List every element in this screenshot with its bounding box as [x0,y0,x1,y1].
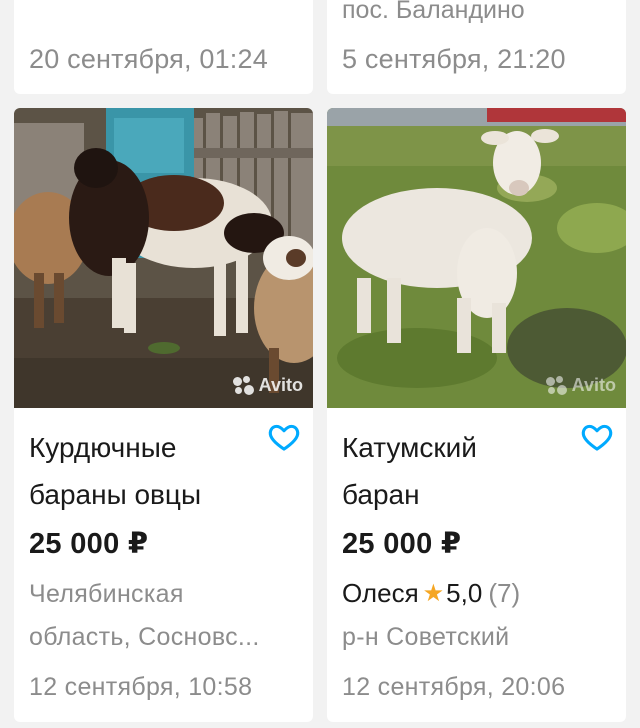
listing-price: 25 000 ₽ [29,528,149,560]
avito-watermark: Avito [232,375,303,396]
listing-photo[interactable]: Avito [14,108,313,408]
listing-date: 12 сентября, 20:06 [342,673,566,701]
favorite-heart-icon[interactable] [580,420,614,454]
seller-rating: 5,0 [446,578,483,608]
listing-date: 5 сентября, 21:20 [342,44,566,74]
listings-feed: 20 сентября, 01:24 пос. Баландино 5 сент… [0,0,640,728]
listing-date: 20 сентября, 01:24 [29,44,268,74]
listing-card-partial[interactable]: пос. Баландино 5 сентября, 21:20 [327,0,626,94]
listing-price: 25 000 ₽ [342,528,462,560]
seller-review-count: (7) [488,578,521,608]
listing-card[interactable]: Avito Курдючные бараны овцы 25 000 ₽ Чел… [14,108,313,722]
seller-info[interactable]: Олеся ★ 5,0 (7) [342,578,520,609]
sheep-photo [327,108,626,408]
listing-location: пос. Баландино [342,0,525,24]
listing-card-partial[interactable]: 20 сентября, 01:24 [14,0,313,94]
listing-date: 12 сентября, 10:58 [29,673,253,701]
listing-location: р-н Советский [342,623,510,651]
star-icon: ★ [422,580,445,607]
listing-title[interactable]: Курдючные бараны овцы [29,424,259,518]
listing-location: область, Сосновс... [29,623,260,651]
avito-logo-icon [545,375,568,396]
listing-location: Челябинская [29,580,184,608]
seller-name: Олеся [342,578,419,608]
favorite-heart-icon[interactable] [267,420,301,454]
listing-photo[interactable]: Avito [327,108,626,408]
listing-card[interactable]: Avito Катумский баран 25 000 ₽ Олеся ★ 5… [327,108,626,722]
listing-title[interactable]: Катумский баран [342,424,572,518]
sheep-photo [14,108,313,408]
avito-watermark: Avito [545,375,616,396]
avito-logo-icon [232,375,255,396]
